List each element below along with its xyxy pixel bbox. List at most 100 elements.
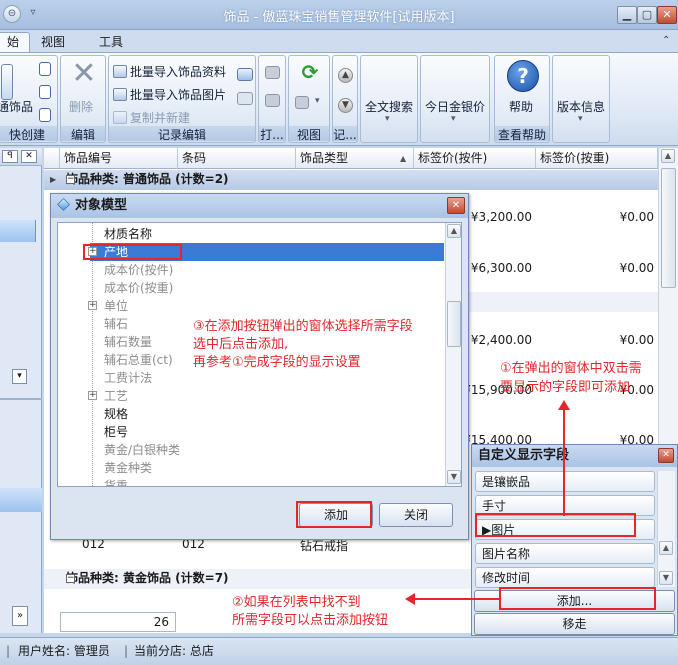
maximize-button[interactable]: ▢	[637, 6, 657, 24]
grid-icon[interactable]	[237, 92, 253, 105]
chevron-down-icon[interactable]: ▾	[578, 114, 583, 124]
create-jewelry-button[interactable]: 通饰品	[0, 98, 33, 115]
tree-item[interactable]: 材质名称	[104, 225, 152, 243]
scroll-thumb[interactable]	[447, 301, 461, 347]
ribbon-minimize-icon[interactable]: ⌃	[662, 35, 670, 46]
fulltext-search-button[interactable]: 全文搜索	[365, 98, 413, 115]
printer-icon[interactable]	[265, 94, 280, 107]
close-button[interactable]: ✕	[657, 6, 677, 24]
dialog-close-button[interactable]: 关闭	[379, 503, 453, 527]
tree-item[interactable]: 黄金种类	[104, 459, 152, 477]
col-header-code[interactable]: 饰品编号	[60, 148, 178, 169]
field-item[interactable]: 是镶嵌品	[475, 471, 655, 492]
more-modules-icon[interactable]: »	[12, 606, 28, 626]
expand-chevron-icon[interactable]: ▾	[12, 369, 27, 384]
doc-icon[interactable]	[39, 108, 51, 122]
customize-scrollbar[interactable]: ▲ ▼	[657, 471, 675, 587]
scroll-up-icon[interactable]: ▲	[659, 541, 673, 555]
tree-item[interactable]: 柜号	[104, 423, 128, 441]
tree-item[interactable]: 单位	[104, 297, 128, 315]
collapse-icon[interactable]: −	[66, 574, 75, 583]
scroll-down-icon[interactable]: ▼	[659, 571, 673, 585]
col-header-price-weight[interactable]: 标签价(按重)	[536, 148, 658, 169]
refresh-icon[interactable]: ⟳	[299, 62, 321, 84]
scroll-down-icon[interactable]: ▼	[447, 470, 461, 484]
row-indicator-header	[44, 148, 60, 169]
print-preview-icon[interactable]	[265, 66, 280, 79]
scroll-thumb[interactable]	[661, 168, 676, 288]
highlight-customize-add	[499, 587, 656, 610]
annotation-step1-line2: 要显示的字段即可添加	[500, 380, 631, 395]
annotation-step3-line1: ③在添加按钮弹出的窗体选择所需字段	[193, 319, 413, 334]
arrow-step2-shaft	[414, 598, 500, 600]
expand-icon[interactable]: +	[88, 301, 97, 310]
chevron-down-icon[interactable]: ▾	[451, 114, 456, 124]
group-version: 版本信息 ▾	[552, 55, 610, 143]
tree-item[interactable]: 辅石总重(ct)	[104, 351, 173, 369]
group-edit: ✕ 删除 编辑	[60, 55, 106, 143]
new-item-icon	[1, 64, 13, 100]
scroll-up-icon[interactable]: ▲	[447, 224, 461, 238]
col-header-type[interactable]: 饰品类型	[296, 148, 414, 169]
group-label: 饰品种类: 普通饰品 (计数=2)	[66, 172, 229, 186]
status-user: 用户姓名: 管理员	[18, 644, 110, 658]
tree-scrollbar[interactable]: ▲ ▼	[445, 223, 461, 486]
tab-view[interactable]: 视图	[30, 32, 76, 52]
tree-item[interactable]: 工艺	[104, 387, 128, 405]
arrow-step2-head	[405, 593, 415, 605]
import-info-button[interactable]: 批量导入饰品资料	[113, 63, 226, 80]
field-item[interactable]: 图片名称	[475, 543, 655, 564]
field-item[interactable]: 修改时间	[475, 567, 655, 588]
doc-icon[interactable]	[39, 62, 51, 76]
pin-icon[interactable]: ꟼ	[2, 150, 18, 163]
col-header-barcode[interactable]: 条码	[178, 148, 296, 169]
tree-item[interactable]: 成本价(按重)	[104, 279, 173, 297]
customize-close-icon[interactable]: ✕	[658, 448, 674, 463]
pane-close-icon[interactable]: ✕	[21, 150, 37, 163]
group-row-normal[interactable]: 饰品种类: 普通饰品 (计数=2)	[44, 170, 658, 190]
copy-new-button[interactable]: 复制并新建	[113, 109, 190, 126]
col-header-price-piece[interactable]: 标签价(按件)	[414, 148, 536, 169]
customize-remove-button[interactable]: 移走	[474, 613, 675, 635]
down-arrow-icon[interactable]: ▼	[338, 98, 353, 113]
tree-item[interactable]: 工费计法	[104, 369, 152, 387]
help-button[interactable]: 帮助	[509, 98, 533, 115]
tree-item[interactable]: 货重	[104, 477, 128, 486]
help-icon[interactable]: ?	[507, 60, 539, 92]
nav-module-selected[interactable]	[0, 488, 42, 512]
dialog-close-icon[interactable]: ✕	[447, 197, 465, 214]
tree-item[interactable]: 成本价(按件)	[104, 261, 173, 279]
splitter[interactable]	[0, 398, 42, 400]
ribbon: 通饰品 快创建 ✕ 删除 编辑 批量导入饰品资料 批量导入饰品图片 复制并新建 …	[0, 52, 678, 146]
delete-button[interactable]: 删除	[69, 98, 93, 115]
chevron-down-icon[interactable]: ▾	[385, 114, 390, 124]
arrow-step1-head	[558, 400, 570, 410]
layout-icon[interactable]	[295, 96, 309, 109]
collapse-icon[interactable]: −	[66, 175, 75, 184]
tab-home[interactable]: 始	[0, 32, 31, 52]
nav-item-selected[interactable]	[0, 220, 36, 242]
tree-item[interactable]: 规格	[104, 405, 128, 423]
status-branch: 当前分店: 总店	[134, 644, 214, 658]
up-arrow-icon[interactable]: ▲	[338, 68, 353, 83]
version-info-button[interactable]: 版本信息	[557, 98, 605, 115]
image-icon[interactable]	[237, 68, 253, 81]
doc-icon[interactable]	[39, 85, 51, 99]
tree-item[interactable]: 黄金/白银种类	[104, 441, 180, 459]
group-label: 饰品种类: 黄金饰品 (计数=7)	[66, 571, 229, 585]
chevron-down-icon[interactable]: ▾	[315, 96, 320, 106]
import-image-button[interactable]: 批量导入饰品图片	[113, 86, 226, 103]
group-row-gold[interactable]: 饰品种类: 黄金饰品 (计数=7)	[44, 569, 474, 589]
gold-price-button[interactable]: 今日金银价	[425, 98, 485, 115]
group-label-view: 视图	[289, 126, 329, 142]
group-print: 打...	[258, 55, 286, 143]
tree-item[interactable]: 辅石数量	[104, 333, 152, 351]
tab-tools[interactable]: 工具	[88, 32, 134, 52]
scroll-up-icon[interactable]: ▲	[661, 149, 675, 163]
delete-x-icon: ✕	[71, 56, 97, 91]
tree-item[interactable]: 辅石	[104, 315, 128, 333]
minimize-button[interactable]: ▁	[617, 6, 637, 24]
expand-icon[interactable]: +	[88, 391, 97, 400]
sort-ascending-icon: ▲	[400, 154, 407, 163]
price-weight-cell: ¥0.00	[619, 333, 654, 347]
